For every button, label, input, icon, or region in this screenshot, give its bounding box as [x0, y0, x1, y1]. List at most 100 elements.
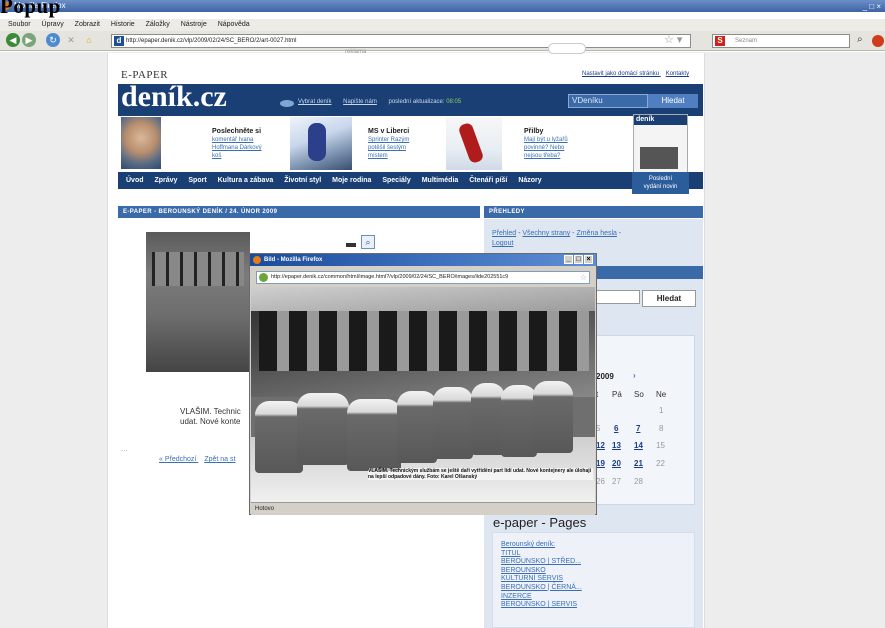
menu-nastroje[interactable]: Nástroje: [181, 21, 207, 28]
zmena-hesla-link[interactable]: Změna hesla: [576, 230, 616, 237]
calendar-day[interactable]: 19: [596, 459, 605, 468]
popup-minimize-button[interactable]: _: [564, 255, 573, 264]
teaser-photo-helmet[interactable]: [446, 117, 502, 170]
teaser-photo-skier[interactable]: [290, 117, 352, 170]
teaser-2-line[interactable]: místem: [368, 152, 409, 160]
site-favicon: d: [114, 36, 124, 46]
window-controls[interactable]: _ □ ×: [863, 1, 881, 13]
section-title: E-PAPER - BEROUNSKÝ DENÍK / 24. ÚNOR 200…: [118, 206, 480, 218]
teaser-2-title: MS v Liberci: [368, 128, 410, 135]
teaser-1-line[interactable]: Hoffmana Dárkový: [212, 144, 262, 152]
teaser-3-line[interactable]: Mají být u lyžařů: [524, 136, 568, 144]
pages-item[interactable]: TITUL: [501, 550, 582, 559]
calendar-day[interactable]: 13: [612, 441, 621, 450]
image-popup-window[interactable]: Bild - Mozilla Firefox _ □ × http://epap…: [249, 253, 597, 515]
photo-bin: [501, 385, 537, 457]
popup-address-bar[interactable]: http://epaper.denik.cz/common/html/image…: [256, 271, 590, 284]
addon-icon[interactable]: [872, 35, 884, 47]
separator-dots: ...: [121, 444, 128, 453]
pages-item[interactable]: BEROUNSKO | SERVIS: [501, 601, 582, 610]
back-link[interactable]: Zpět na st: [204, 456, 235, 463]
nav-kultura[interactable]: Kultura a zábava: [218, 177, 274, 184]
contacts-link[interactable]: Kontakty: [666, 71, 689, 77]
reload-button[interactable]: ↻: [46, 33, 60, 47]
popup-maximize-button[interactable]: □: [574, 255, 583, 264]
teaser-1-line[interactable]: komentář Ivana: [212, 136, 262, 144]
vsechny-strany-link[interactable]: Všechny strany: [522, 230, 570, 237]
nav-zpravy[interactable]: Zprávy: [154, 177, 177, 184]
menu-zalozky[interactable]: Záložky: [146, 21, 170, 28]
calendar-day[interactable]: 6: [614, 424, 618, 433]
site-search-input[interactable]: VDeníku: [568, 94, 648, 108]
pages-item[interactable]: Berounský deník:: [501, 541, 582, 550]
logout-link[interactable]: Logout: [492, 240, 513, 247]
calendar-day: 26: [596, 477, 605, 486]
stop-button[interactable]: ✕: [64, 33, 78, 47]
teaser-3-line[interactable]: povinné? Nebo: [524, 144, 568, 152]
calendar-day[interactable]: 21: [634, 459, 643, 468]
nav-ctenari-pisi[interactable]: Čtenáři píší: [469, 177, 507, 184]
nav-multimedia[interactable]: Multimédia: [422, 177, 459, 184]
calendar-day[interactable]: 14: [634, 441, 643, 450]
site-search-button[interactable]: Hledat: [648, 94, 698, 108]
home-icon[interactable]: ⌂: [82, 33, 96, 47]
magnifier-icon[interactable]: ⌕: [857, 34, 863, 45]
homepage-link[interactable]: Nastavit jako domácí stránku: [582, 71, 659, 77]
forward-button[interactable]: ▶: [22, 33, 36, 47]
prehled-link[interactable]: Přehled: [492, 230, 516, 237]
newspaper-cover-head: deník: [634, 115, 687, 125]
calendar-day[interactable]: 7: [636, 424, 640, 433]
calendar-day[interactable]: 12: [596, 441, 605, 450]
calendar-day[interactable]: 20: [612, 459, 621, 468]
menu-upravy[interactable]: Úpravy: [42, 21, 64, 28]
denik-logo[interactable]: deník.cz: [121, 80, 227, 114]
pages-item[interactable]: KULTURNÍ SERVIS: [501, 575, 582, 584]
popup-close-button[interactable]: ×: [584, 255, 593, 264]
menu-historie[interactable]: Historie: [111, 21, 135, 28]
nav-moje-rodina[interactable]: Moje rodina: [332, 177, 371, 184]
menu-bar: Soubor Úpravy Zobrazit Historie Záložky …: [0, 19, 885, 31]
napiste-nam-link[interactable]: Napište nám: [343, 99, 377, 105]
menu-zobrazit[interactable]: Zobrazit: [75, 21, 100, 28]
menu-soubor[interactable]: Soubor: [8, 21, 31, 28]
vybrat-denik-link[interactable]: Vybrat deník: [298, 99, 331, 105]
teaser-3-line[interactable]: nejsou třeba?: [524, 152, 568, 160]
nav-specialy[interactable]: Speciály: [382, 177, 410, 184]
nav-uvod[interactable]: Úvod: [126, 177, 144, 184]
prev-link[interactable]: « Předchozí: [159, 456, 196, 463]
popup-window-controls: _ □ ×: [564, 255, 594, 265]
teaser-1-line[interactable]: koš: [212, 152, 262, 160]
zoom-out-icon[interactable]: [346, 243, 356, 247]
article-caption-line: udat. Nové konte: [180, 417, 241, 426]
popup-title-bar[interactable]: Bild - Mozilla Firefox _ □ ×: [250, 254, 596, 266]
search-box[interactable]: S Seznam: [712, 34, 850, 48]
teaser-3: Přilby Mají být u lyžařů povinné? Nebo n…: [524, 128, 568, 160]
nav-sport[interactable]: Sport: [188, 177, 206, 184]
zoom-magnifier-icon[interactable]: ⌕: [361, 235, 375, 249]
teaser-photo-man[interactable]: [121, 117, 161, 169]
posledni-vydani-button[interactable]: Poslední vydání novin: [632, 172, 689, 194]
teaser-3-title: Přilby: [524, 128, 544, 135]
overlay-heading: Popup: [0, 0, 61, 18]
pages-item[interactable]: BEROUNSKO | ČERNÁ...: [501, 584, 582, 593]
bookmark-star-icon[interactable]: ☆ ▾: [664, 33, 682, 46]
popup-status-bar: Hotovo: [251, 502, 595, 515]
pages-item[interactable]: BEROUNSKO | STŘED...: [501, 558, 582, 567]
back-button[interactable]: ◀: [6, 33, 20, 47]
teaser-2-line[interactable]: Sprinter Razým: [368, 136, 409, 144]
teaser-2-line[interactable]: potěšil šestým: [368, 144, 409, 152]
pages-title: e-paper - Pages: [493, 515, 587, 530]
pages-item[interactable]: INZERCE: [501, 593, 582, 602]
update-time: 08:05: [446, 99, 462, 105]
photo-bin: [297, 393, 349, 465]
sidebar-search-button[interactable]: Hledat: [642, 290, 696, 307]
popup-star-icon[interactable]: ☆: [580, 272, 587, 283]
calendar-next-icon[interactable]: ›: [633, 371, 636, 380]
nav-zivotni-styl[interactable]: Životní styl: [284, 177, 321, 184]
menu-napoveda[interactable]: Nápověda: [218, 21, 250, 28]
sidebar-search-input[interactable]: [592, 290, 640, 304]
photo-bin: [433, 387, 473, 459]
nav-nazory[interactable]: Názory: [518, 177, 541, 184]
photo-bin: [397, 391, 437, 463]
address-bar[interactable]: d http://epaper.denik.cz/vlp/2009/02/24/…: [111, 34, 691, 48]
